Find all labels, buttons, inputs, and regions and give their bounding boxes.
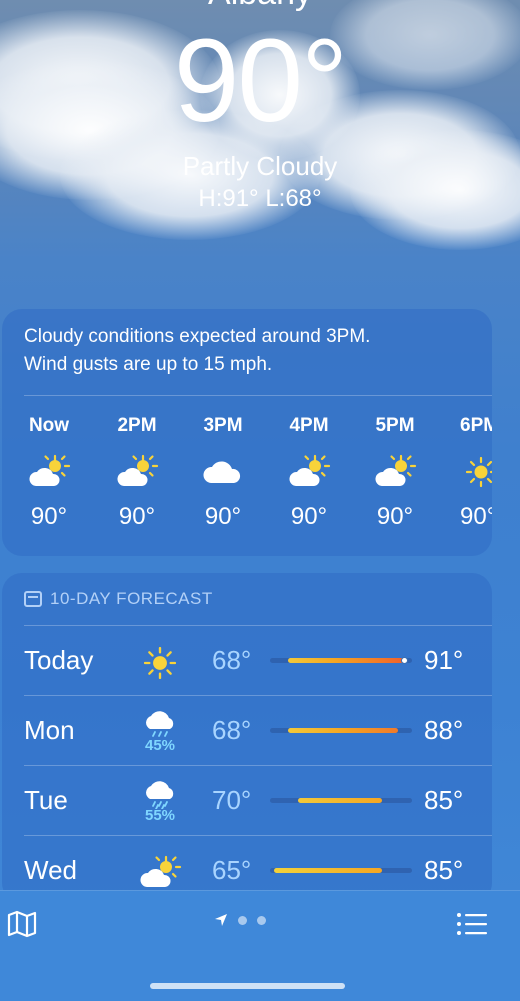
partly-sunny-icon [14,441,84,503]
rain-icon: 45% [130,705,190,760]
hour-time: 2PM [117,415,157,436]
current-temp-marker [401,657,408,664]
summary-line: Cloudy conditions expected around 3PM. [24,326,371,347]
precipitation-chance: 55% [144,807,176,824]
divider [24,395,492,396]
low-temp: 65° [212,855,252,885]
partly-sunny-icon [102,441,172,503]
daily-row[interactable]: Mon 45% 68° 88° [2,695,492,765]
ten-day-forecast-card[interactable]: 10-DAY FORECAST Today 68° 91° Mon 45% 68… [2,573,492,903]
divider [24,625,492,626]
hour-item: 4PM 90° [274,415,344,531]
low-temp: 70° [212,785,252,815]
location-arrow-icon [215,914,227,926]
low-temp: 68° [212,715,252,745]
high-temp: 88° [424,715,464,745]
day-label: Tue [24,785,68,815]
daily-row[interactable]: Today 68° 91° [2,625,492,695]
hour-item: Now 90° [14,415,84,531]
page-dot[interactable] [238,915,247,925]
precipitation-chance: 45% [144,737,176,754]
hourly-summary: Cloudy conditions expected around 3PM. W… [24,323,464,379]
hour-temp: 90° [376,503,414,530]
hour-item: 3PM 90° [188,415,258,531]
hour-temp: 90° [204,503,242,530]
sun-icon [460,441,492,503]
hour-time: 6PM [460,415,492,436]
page-indicator[interactable] [214,913,266,927]
divider [24,835,492,836]
current-temperature: 90° [173,15,348,147]
cloud-icon [188,441,258,503]
hour-temp: 90° [290,503,328,530]
summary-line: Wind gusts are up to 15 mph. [24,354,273,375]
divider [24,695,492,696]
ten-day-header: 10-DAY FORECAST [24,589,213,609]
high-temp: 91° [424,645,464,675]
hour-time: Now [28,415,70,436]
page-dot[interactable] [257,915,266,925]
city-name: Albany [0,0,520,13]
temperature-range-bar [270,657,412,664]
hour-item: 2PM 90° [102,415,172,531]
partly-sunny-icon [274,441,344,503]
daily-row[interactable]: Tue 55% 70° 85° [2,765,492,835]
high-temp: 85° [424,785,464,815]
hourly-forecast-card[interactable]: Cloudy conditions expected around 3PM. W… [2,309,492,556]
hour-time: 3PM [203,415,243,436]
calendar-icon [24,591,42,607]
hour-temp: 90° [30,503,68,530]
hour-temp: 90° [460,503,492,530]
hour-time: 4PM [289,415,329,436]
hour-item: 5PM 90° [360,415,430,531]
high-temp: 85° [424,855,464,885]
list-icon[interactable] [456,911,488,942]
temperature-range-bar [270,868,412,873]
high-low-temperature: H:91° L:68° [198,185,322,212]
home-indicator[interactable] [150,983,345,989]
map-icon[interactable] [6,909,38,944]
temperature-range-bar [270,798,412,803]
bottom-toolbar [0,890,520,1001]
current-condition: Partly Cloudy [182,151,338,181]
divider [24,765,492,766]
ten-day-title: 10-DAY FORECAST [50,589,213,608]
hour-temp: 90° [118,503,156,530]
low-temp: 68° [212,645,252,675]
hour-time: 5PM [375,415,415,436]
day-label: Today [24,645,94,675]
sun-icon [130,635,190,690]
day-label: Mon [24,715,75,745]
day-label: Wed [24,855,77,885]
hourly-scroll[interactable]: Now 90° 2PM 90° 3PM 90° 4PM 90° 5PM 90° … [2,415,492,545]
partly-sunny-icon [360,441,430,503]
temperature-range-bar [270,728,412,733]
rain-icon: 55% [130,775,190,830]
hour-item: 6PM 90° [446,415,492,531]
